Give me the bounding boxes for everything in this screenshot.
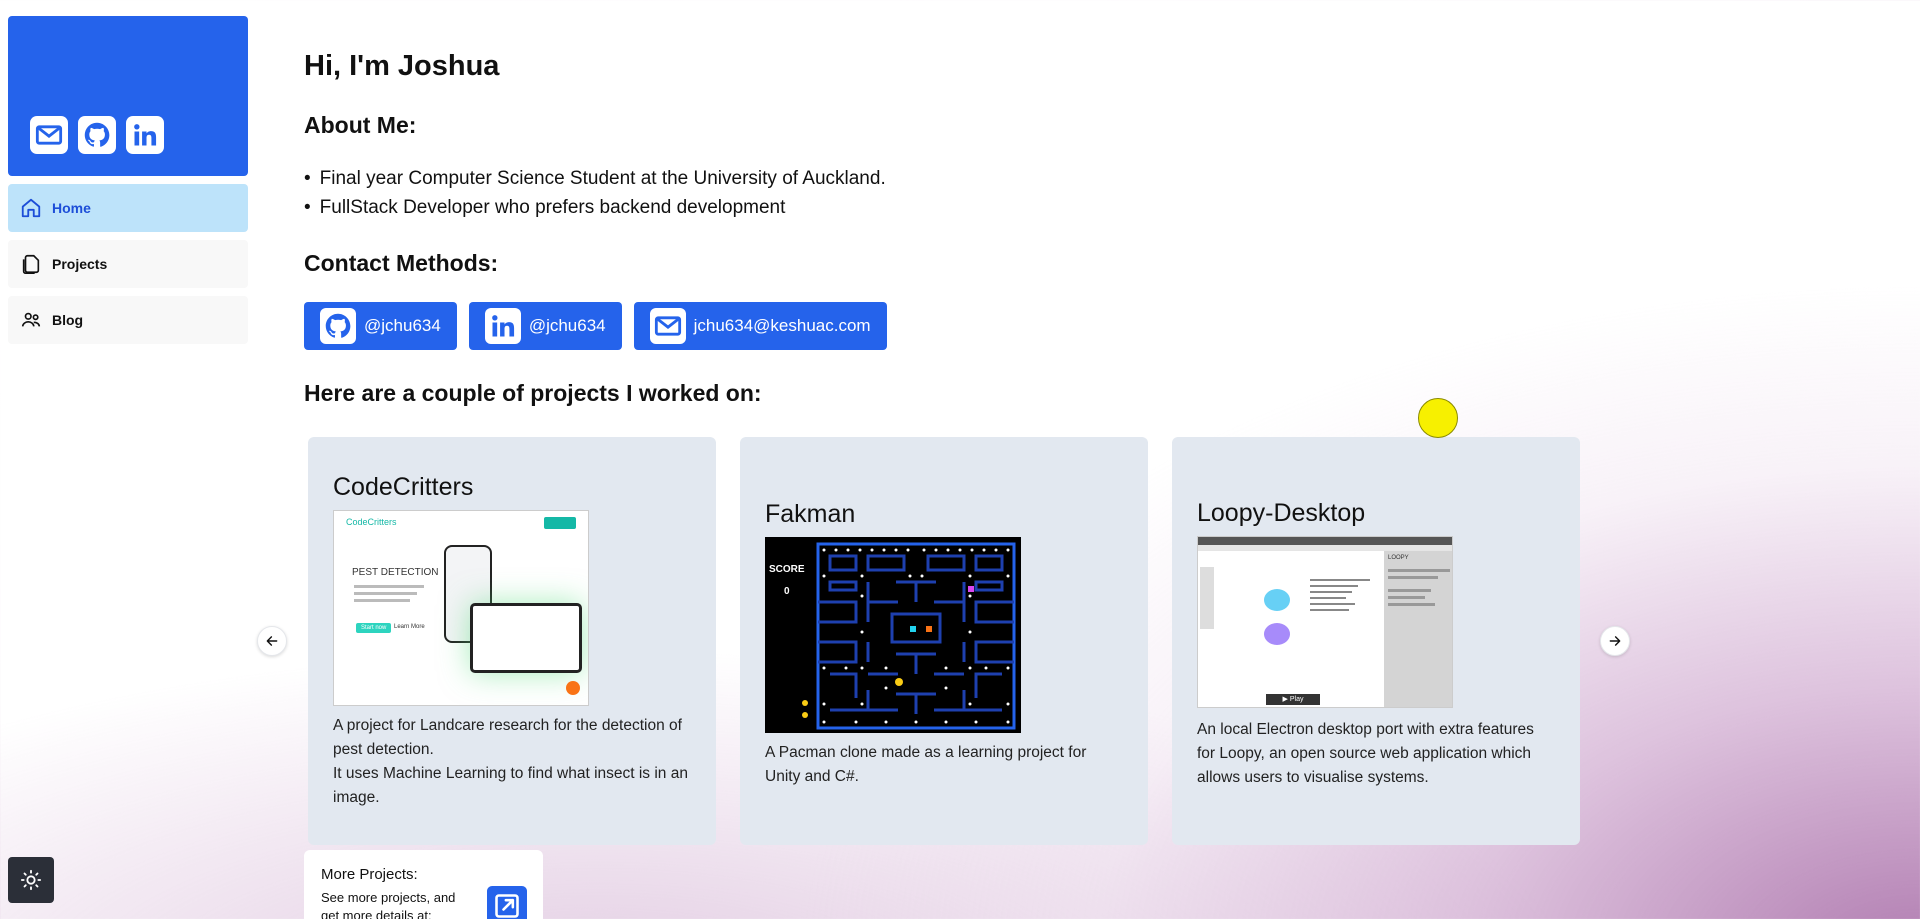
image-start-button-text: Start now (356, 623, 392, 633)
about-list: Final year Computer Science Student at t… (304, 168, 886, 226)
project-screenshot-loopy-desktop: LOOPY ▶ Play (1197, 536, 1453, 708)
projects-icon (22, 254, 40, 274)
projects-heading: Here are a couple of projects I worked o… (304, 380, 762, 406)
image-brand-text: CodeCritters (346, 517, 397, 527)
cursor-highlight (1418, 398, 1458, 438)
sidebar-item-label: Blog (52, 312, 84, 328)
description-line: A project for Landcare research for the … (333, 717, 682, 758)
linkedin-icon (484, 308, 521, 344)
more-projects-card[interactable]: More Projects: See more projects, and ge… (304, 850, 543, 919)
maze-graphic (816, 542, 1016, 730)
profile-box (8, 16, 248, 176)
page-title: Hi, I'm Joshua (304, 50, 500, 82)
project-card-codecritters[interactable]: CodeCritters CodeCritters PEST DETECTION… (308, 437, 716, 845)
project-card-loopy-desktop[interactable]: Loopy-Desktop LOOPY ▶ Play An local Elec… (1172, 437, 1580, 845)
github-contact-button[interactable]: @jchu634 (304, 302, 457, 350)
project-card-fakman[interactable]: Fakman SCORE 0 A Pacman clone made as a … (740, 437, 1148, 845)
home-icon (21, 198, 41, 218)
more-projects-title: More Projects: (321, 866, 418, 883)
image-heading-text: PEST DETECTION (352, 567, 439, 578)
project-description: An local Electron desktop port with extr… (1197, 718, 1555, 790)
description-line: A Pacman clone made as a learning projec… (765, 744, 1087, 785)
github-icon (320, 308, 356, 344)
sidebar-item-label: Projects (52, 256, 108, 272)
contact-label: @jchu634 (528, 316, 606, 335)
carousel-next-button[interactable] (1600, 626, 1630, 656)
mail-icon (649, 308, 686, 344)
github-icon[interactable] (78, 116, 116, 154)
list-item: Final year Computer Science Student at t… (304, 168, 886, 190)
carousel-prev-button[interactable] (257, 626, 287, 656)
theme-toggle-button[interactable] (8, 857, 54, 903)
description-line: It uses Machine Learning to find what in… (333, 765, 688, 806)
arrow-left-icon (266, 636, 278, 646)
linkedin-contact-button[interactable]: @jchu634 (468, 302, 622, 350)
image-score-label: SCORE (769, 564, 805, 575)
project-title: Fakman (765, 500, 856, 528)
image-brand-text: LOOPY (1388, 555, 1409, 561)
external-link-icon[interactable] (487, 886, 527, 919)
description-line: An local Electron desktop port with extr… (1197, 721, 1534, 786)
linkedin-icon[interactable] (126, 116, 164, 154)
contact-label: jchu634@keshuac.com (693, 316, 871, 335)
sun-icon (20, 869, 42, 891)
sidebar-item-home[interactable]: Home (8, 184, 248, 232)
contact-label: @jchu634 (364, 316, 441, 335)
contact-buttons: @jchu634 @jchu634 jchu634@keshuac.com (304, 302, 887, 350)
sidebar-item-blog[interactable]: Blog (8, 296, 248, 344)
project-screenshot-codecritters: CodeCritters PEST DETECTION Start now Le… (333, 510, 589, 706)
project-title: Loopy-Desktop (1197, 499, 1366, 527)
list-item: FullStack Developer who prefers backend … (304, 197, 886, 219)
project-screenshot-fakman: SCORE 0 (765, 537, 1021, 733)
contact-heading: Contact Methods: (304, 250, 499, 276)
arrow-right-icon (1609, 636, 1621, 646)
about-heading: About Me: (304, 112, 417, 138)
mail-icon[interactable] (30, 116, 68, 154)
project-title: CodeCritters (333, 473, 474, 501)
project-description: A Pacman clone made as a learning projec… (765, 741, 1123, 789)
sidebar-item-label: Home (52, 200, 91, 216)
image-play-button-text: ▶ Play (1266, 694, 1320, 705)
social-icons (30, 116, 164, 154)
image-link-text: Learn More (394, 624, 425, 630)
email-contact-button[interactable]: jchu634@keshuac.com (633, 302, 887, 350)
blog-icon (21, 312, 41, 327)
sidebar-nav: Home Projects Blog (8, 184, 248, 352)
more-projects-description: See more projects, and get more details … (321, 890, 456, 919)
sidebar-item-projects[interactable]: Projects (8, 240, 248, 288)
image-score-value: 0 (784, 586, 790, 597)
project-description: A project for Landcare research for the … (333, 714, 691, 810)
